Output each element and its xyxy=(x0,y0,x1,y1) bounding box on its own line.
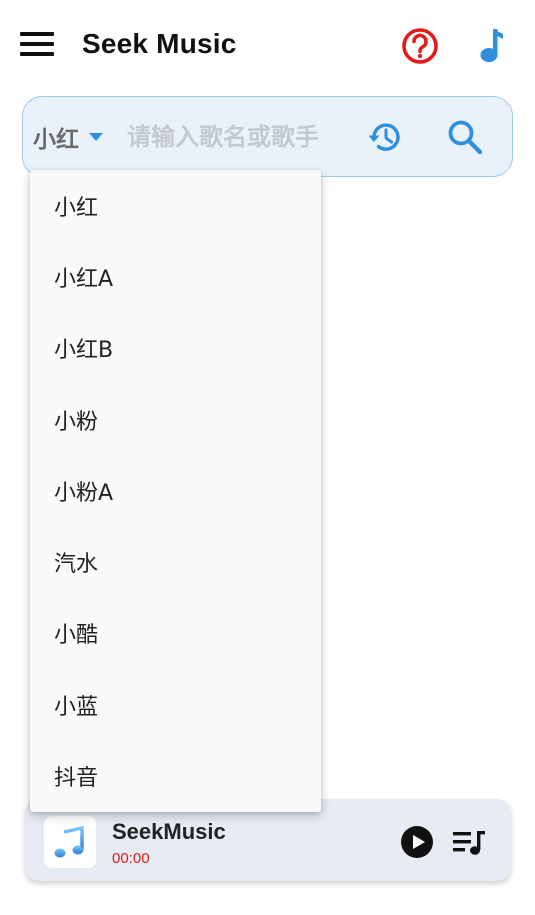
source-option[interactable]: 小粉A xyxy=(30,455,321,526)
source-option[interactable]: 小粉 xyxy=(30,384,321,455)
track-time: 00:00 xyxy=(112,850,150,867)
track-title: SeekMusic xyxy=(112,819,226,844)
playlist-icon[interactable] xyxy=(453,829,487,857)
source-option[interactable]: 小红B xyxy=(30,313,321,384)
music-note-icon[interactable] xyxy=(478,26,508,66)
menu-icon[interactable] xyxy=(20,32,54,58)
help-icon[interactable] xyxy=(400,26,440,66)
album-art xyxy=(44,816,96,868)
play-icon[interactable] xyxy=(400,825,434,859)
source-dropdown-menu: 小红 小红A 小红B 小粉 小粉A 汽水 小酷 小蓝 抖音 xyxy=(30,170,321,812)
source-option[interactable]: 抖音 xyxy=(30,740,321,811)
search-icon[interactable] xyxy=(445,117,485,157)
app-title: Seek Music xyxy=(82,28,237,59)
history-icon[interactable] xyxy=(365,117,405,157)
app-bar: Seek Music xyxy=(0,0,535,90)
source-option[interactable]: 小红A xyxy=(30,241,321,312)
chevron-down-icon xyxy=(89,133,103,141)
source-option[interactable]: 小酷 xyxy=(30,598,321,669)
source-select[interactable]: 小红 xyxy=(33,121,103,153)
music-app-icon xyxy=(54,825,84,858)
search-bar: 小红 xyxy=(22,96,513,177)
source-option[interactable]: 汽水 xyxy=(30,526,321,597)
source-option[interactable]: 小红 xyxy=(30,170,321,241)
source-select-label: 小红 xyxy=(33,127,79,153)
search-input[interactable] xyxy=(127,119,352,155)
source-option[interactable]: 小蓝 xyxy=(30,669,321,740)
